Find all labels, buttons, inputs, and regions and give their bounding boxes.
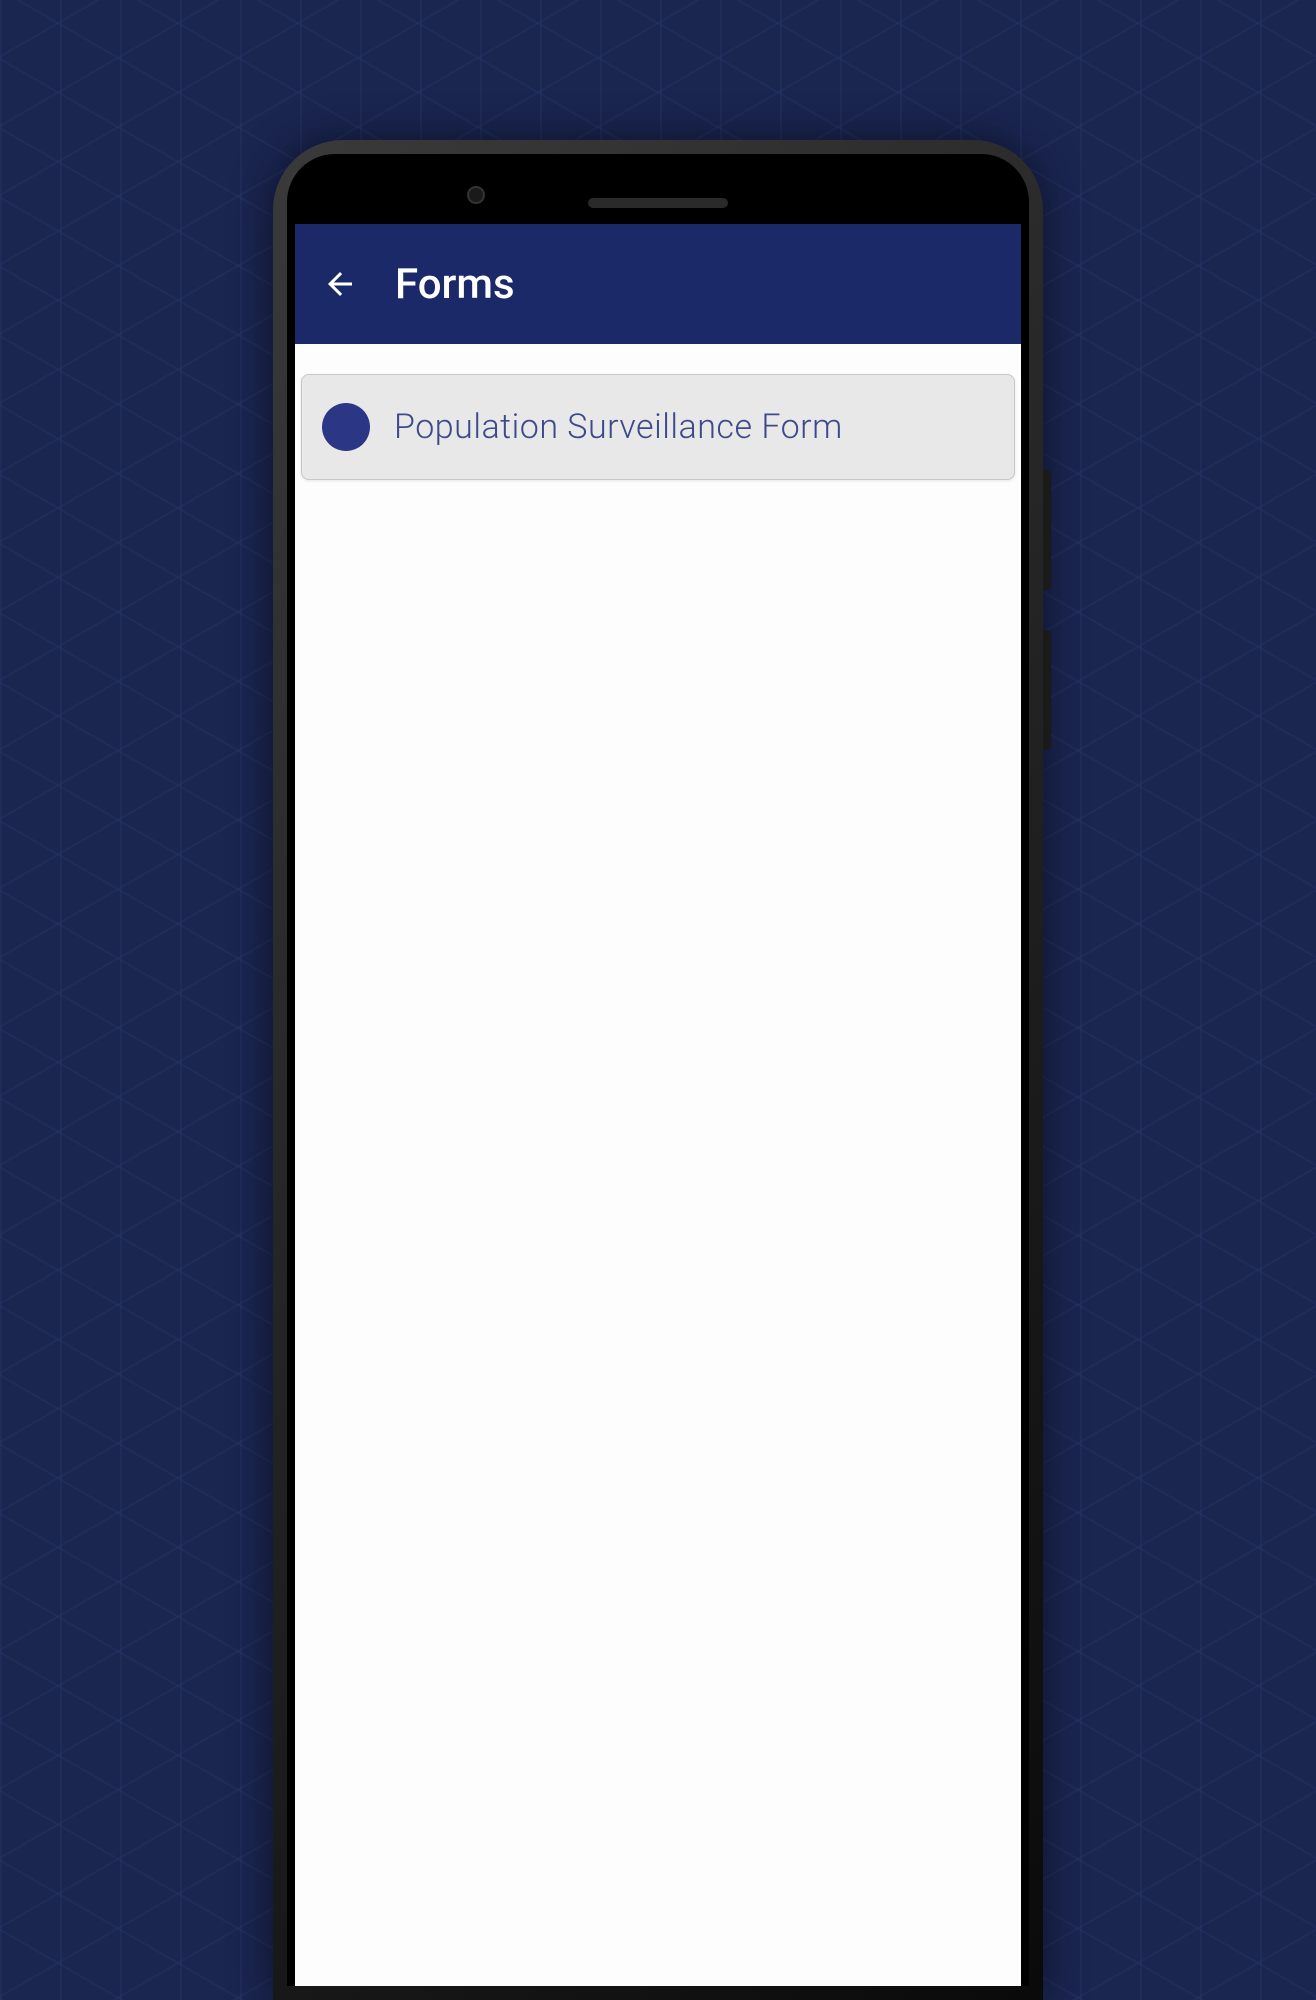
side-button: [1043, 470, 1051, 590]
arrow-left-icon: [322, 266, 358, 302]
screen: Forms Population Surveillance Form: [295, 224, 1021, 1986]
page-title: Forms: [395, 260, 515, 309]
phone-inner: Forms Population Surveillance Form: [287, 154, 1029, 1986]
phone-camera: [467, 186, 485, 204]
phone-notch: [287, 154, 1029, 224]
back-button[interactable]: [315, 259, 365, 309]
app-bar: Forms: [295, 224, 1021, 344]
form-list-item[interactable]: Population Surveillance Form: [301, 374, 1015, 480]
side-button: [1043, 630, 1051, 750]
phone-speaker: [588, 198, 728, 208]
phone-frame: Forms Population Surveillance Form: [273, 140, 1043, 2000]
form-status-dot-icon: [322, 403, 370, 451]
content-area: Population Surveillance Form: [295, 344, 1021, 510]
form-item-label: Population Surveillance Form: [394, 407, 843, 447]
